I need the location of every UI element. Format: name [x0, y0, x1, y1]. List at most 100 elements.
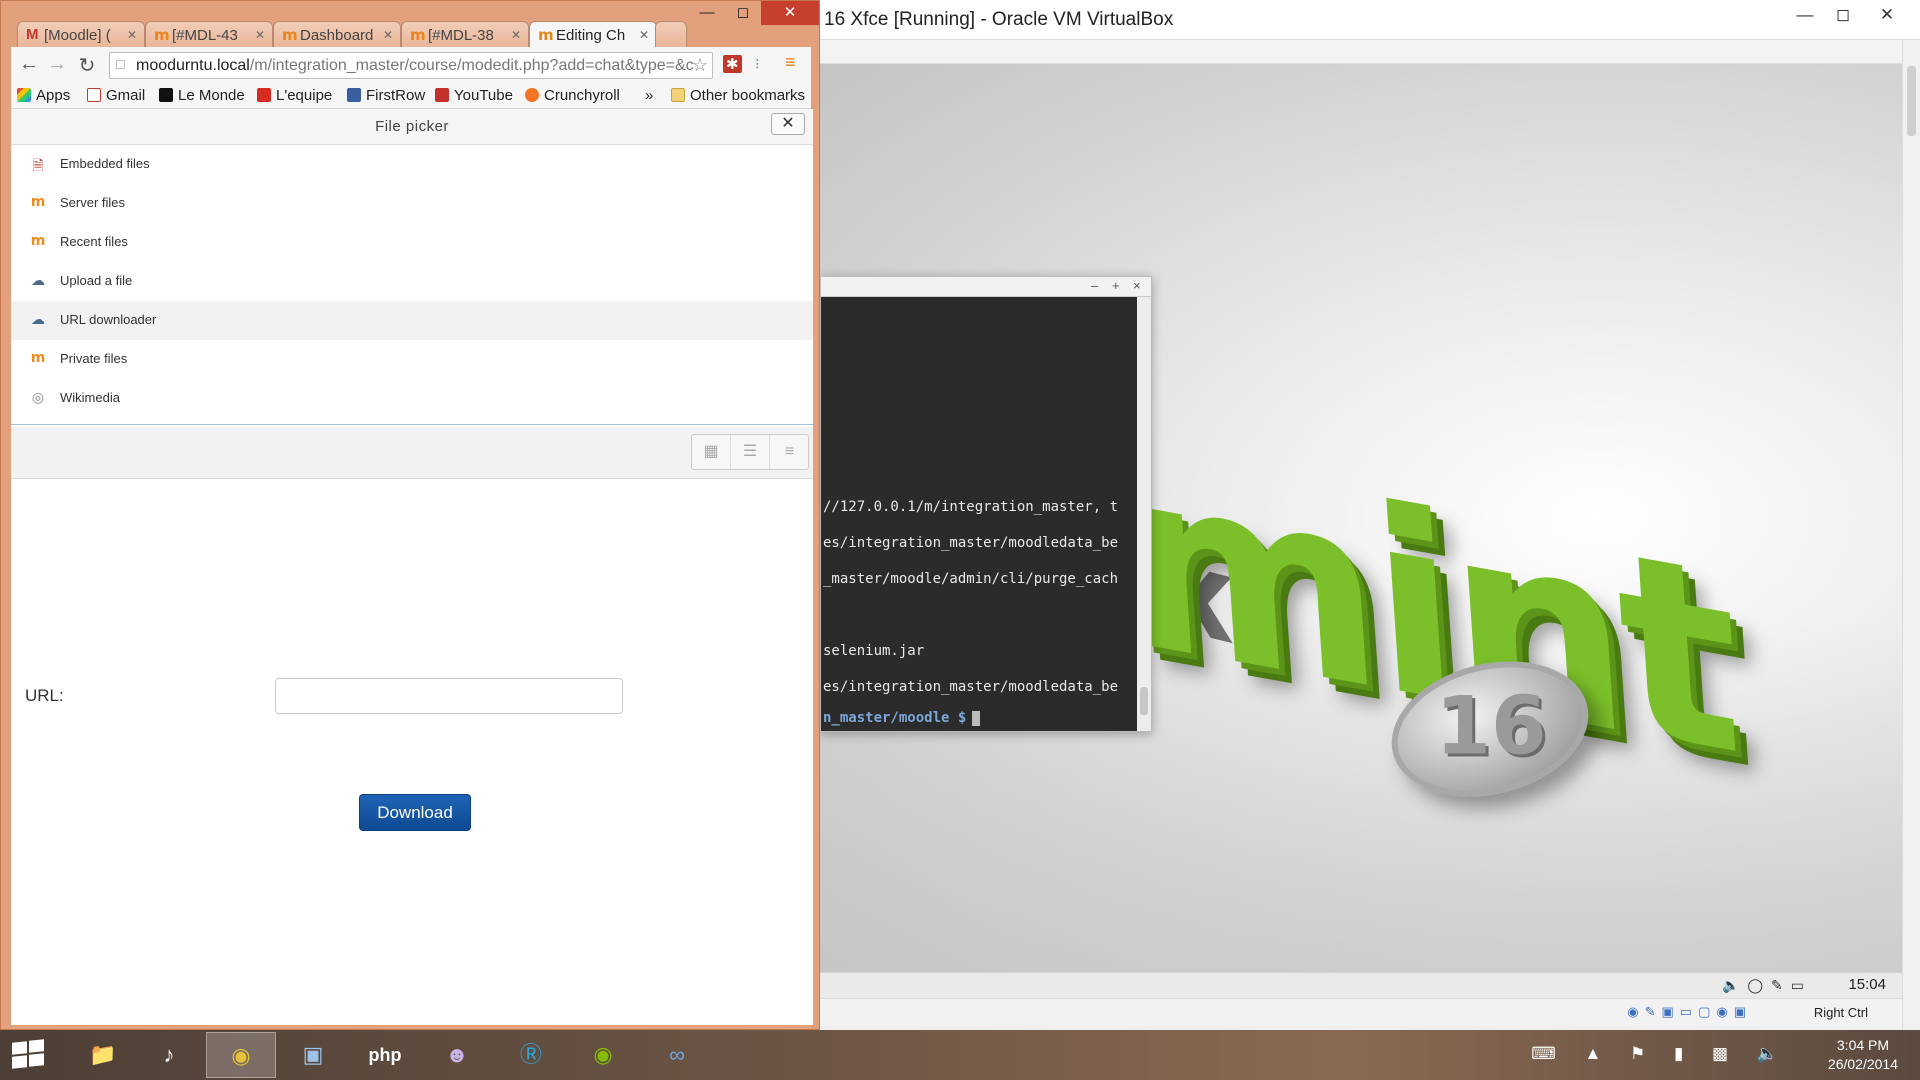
chrome-icon[interactable]: ◉: [206, 1032, 276, 1078]
back-icon[interactable]: ←: [17, 53, 41, 76]
vbox-scrollbar[interactable]: [1902, 40, 1920, 1030]
bookmark-crunchyroll[interactable]: Crunchyroll: [525, 87, 620, 104]
url-icon: ☁: [31, 311, 45, 327]
file-picker-header: File picker ✕: [11, 109, 813, 145]
js-extension-icon[interactable]: ⁝: [755, 55, 760, 73]
bookmarks-overflow-button[interactable]: »: [645, 87, 653, 104]
tab-editing-chat[interactable]: m Editing Ch ✕: [529, 21, 657, 48]
firstrow-icon: [347, 88, 361, 102]
virtualbox-window: 16 Xfce [Running] - Oracle VM VirtualBox…: [820, 0, 1920, 1030]
file-explorer-icon[interactable]: 📁: [68, 1032, 138, 1078]
terminal-line: es/integration_master/moodledata_be: [823, 679, 1119, 695]
menu-icon[interactable]: ≡: [785, 52, 796, 73]
spotify-icon[interactable]: ◉: [568, 1032, 638, 1078]
tab-close-icon[interactable]: ✕: [127, 28, 137, 42]
tab-moodle-mail[interactable]: M [Moodle] ( ✕: [17, 21, 145, 47]
tab-close-icon[interactable]: ✕: [255, 28, 265, 42]
bookmark-firstrow[interactable]: FirstRow: [347, 87, 425, 104]
file-picker-close-button[interactable]: ✕: [771, 113, 805, 135]
terminal-line: _master/moodle/admin/cli/purge_cach: [823, 571, 1119, 587]
system-clock[interactable]: 3:04 PM 26/02/2014: [1828, 1036, 1898, 1074]
tab-dashboard[interactable]: m Dashboard ✕: [273, 21, 401, 47]
new-tab-button[interactable]: [655, 21, 687, 47]
music-player-icon[interactable]: ♪: [134, 1032, 204, 1078]
lequipe-icon: [257, 88, 271, 102]
terminal-line: es/integration_master/moodledata_be: [823, 535, 1119, 551]
maximize-icon[interactable]: ◻: [1820, 0, 1866, 30]
terminal-scroll-thumb[interactable]: [1140, 687, 1148, 715]
reload-icon[interactable]: ↻: [75, 53, 99, 78]
close-icon[interactable]: ✕: [1864, 0, 1910, 30]
virtualbox-icon[interactable]: ▣: [278, 1032, 348, 1078]
tab-close-icon[interactable]: ✕: [639, 28, 649, 42]
repo-private-files[interactable]: m Private files: [11, 340, 813, 379]
extension-icon[interactable]: ✱: [723, 55, 742, 73]
skype-icon[interactable]: Ⓡ: [496, 1032, 566, 1078]
guest-tray-icons[interactable]: 🔈◯✎▭: [1722, 977, 1812, 994]
repo-recent-files[interactable]: m Recent files: [11, 223, 813, 262]
tab-mdl-43[interactable]: m [#MDL-43 ✕: [145, 21, 273, 47]
url-input[interactable]: [275, 678, 623, 714]
terminal-line: //127.0.0.1/m/integration_master, t: [823, 499, 1119, 515]
repo-upload-file[interactable]: ☁ Upload a file: [11, 262, 813, 301]
view-mode-group: ▦ ☰ ≡: [691, 434, 809, 470]
guest-clock: 15:04: [1848, 976, 1886, 993]
vbox-menubar: [820, 40, 1920, 64]
vbox-device-icons[interactable]: ◉✎▣▭▢◉▣: [1627, 1004, 1752, 1020]
gmail-icon: [87, 88, 101, 102]
vbox-scroll-thumb[interactable]: [1907, 66, 1916, 136]
phpstorm-icon[interactable]: php: [350, 1032, 420, 1078]
tab-close-icon[interactable]: ✕: [383, 28, 393, 42]
download-button[interactable]: Download: [359, 794, 471, 831]
guest-panel: 🔈◯✎▭ 15:04: [820, 972, 1902, 998]
terminal-scrollbar[interactable]: [1137, 297, 1151, 731]
start-button[interactable]: [12, 1039, 46, 1070]
icon-view-icon[interactable]: ▦: [692, 435, 731, 469]
repo-wikimedia[interactable]: ◎ Wikimedia: [11, 379, 813, 418]
wikimedia-icon: ◎: [31, 389, 45, 405]
vbox-statusbar: ◉✎▣▭▢◉▣ Right Ctrl: [820, 998, 1902, 1026]
tree-view-icon[interactable]: ≡: [770, 435, 809, 469]
list-view-icon[interactable]: ☰: [731, 435, 770, 469]
moodle-icon: m: [410, 26, 426, 44]
tab-close-icon[interactable]: ✕: [511, 28, 521, 42]
bookmark-le-monde[interactable]: Le Monde: [159, 87, 245, 104]
system-tray[interactable]: ⌨ ▲ ⚑ ▮ ▩ 🔈: [1531, 1044, 1790, 1064]
moodle-icon: m: [154, 26, 170, 44]
vbox-titlebar: 16 Xfce [Running] - Oracle VM VirtualBox…: [820, 0, 1920, 40]
repo-server-files[interactable]: m Server files: [11, 184, 813, 223]
address-text[interactable]: moodurntu.local/m/integration_master/cou…: [136, 57, 696, 75]
terminal-titlebar: – + ×: [821, 277, 1151, 297]
maximize-icon[interactable]: ◻: [725, 1, 761, 25]
page-icon: □: [116, 56, 125, 72]
terminal-maximize-icon[interactable]: +: [1112, 278, 1120, 293]
bookmark-lequipe[interactable]: L'equipe: [257, 87, 332, 104]
browser-toolbar: ← → ↻ □ moodurntu.local/m/integration_ma…: [11, 47, 811, 83]
repo-embedded-files[interactable]: 🗎 Embedded files: [11, 145, 813, 184]
url-label: URL:: [25, 686, 64, 705]
guest-desktop[interactable]: linux mint 16 – + × //127.0.0.1/m/integr…: [820, 64, 1902, 972]
terminal-close-icon[interactable]: ×: [1133, 278, 1141, 293]
tab-mdl-38[interactable]: m [#MDL-38 ✕: [401, 21, 529, 47]
document-icon: 🗎: [32, 157, 44, 173]
terminal-minimize-icon[interactable]: –: [1091, 278, 1098, 293]
bookmark-other[interactable]: Other bookmarks: [671, 87, 805, 104]
bookmark-youtube[interactable]: YouTube: [435, 87, 513, 104]
repo-url-downloader[interactable]: ☁ URL downloader: [11, 301, 813, 340]
gmail-icon: M: [26, 26, 39, 43]
bookmarks-bar: Apps Gmail Le Monde L'equipe FirstRow Yo…: [11, 83, 811, 109]
close-icon[interactable]: ✕: [761, 1, 819, 25]
minimize-icon[interactable]: —: [689, 1, 725, 25]
address-bar[interactable]: □ moodurntu.local/m/integration_master/c…: [109, 52, 713, 79]
pidgin-icon[interactable]: ☻: [422, 1032, 492, 1078]
windows-taskbar: 📁 ♪ ◉ ▣ php ☻ Ⓡ ◉ ∞ ⌨ ▲ ⚑ ▮ ▩ 🔈 3:04 PM …: [0, 1030, 1920, 1080]
visual-studio-icon[interactable]: ∞: [642, 1032, 712, 1078]
file-picker-dialog: File picker ✕ 🗎 Embedded files m Server …: [11, 109, 813, 1025]
bookmark-gmail[interactable]: Gmail: [87, 87, 145, 104]
bookmark-star-icon[interactable]: ☆: [692, 55, 708, 76]
moodle-icon: m: [30, 350, 46, 366]
terminal-prompt[interactable]: n_master/moodle $: [823, 710, 981, 726]
bookmark-apps[interactable]: Apps: [17, 87, 70, 104]
terminal-window[interactable]: – + × //127.0.0.1/m/integration_master, …: [820, 276, 1152, 732]
forward-icon[interactable]: →: [45, 53, 69, 76]
